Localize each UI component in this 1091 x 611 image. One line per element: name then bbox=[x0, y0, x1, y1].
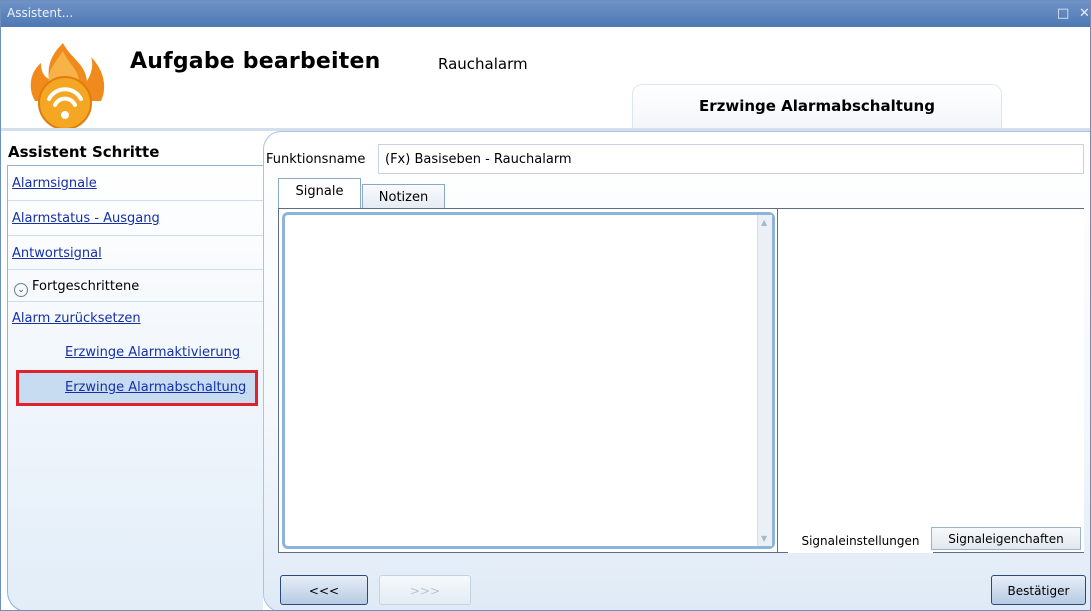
sidebar-title: Assistent Schritte bbox=[8, 143, 160, 161]
sidebar-item-alarmstatus[interactable]: Alarmstatus - Ausgang bbox=[12, 211, 160, 226]
maximize-icon[interactable]: □ bbox=[1057, 6, 1069, 21]
title-bar: Assistent... □ ✕ bbox=[1, 1, 1090, 27]
sidebar-item-antwortsignal[interactable]: Antwortsignal bbox=[12, 246, 102, 261]
signals-list[interactable]: ▲ ▼ bbox=[282, 212, 775, 549]
wizard-steps-sidebar: Assistent Schritte Alarmsignale Alarmsta… bbox=[1, 131, 263, 610]
next-button[interactable]: >>> bbox=[379, 575, 471, 605]
current-step-tab: Erzwinge Alarmabschaltung bbox=[632, 84, 1002, 128]
vertical-scrollbar[interactable]: ▲ ▼ bbox=[757, 215, 772, 546]
sidebar-divider bbox=[8, 269, 263, 270]
back-button[interactable]: <<< bbox=[280, 575, 368, 605]
assistant-window: Assistent... □ ✕ Aufgabe bearbeiten Rauc… bbox=[0, 0, 1091, 611]
scroll-up-icon[interactable]: ▲ bbox=[761, 218, 767, 227]
function-name-input[interactable]: (Fx) Basiseben - Rauchalarm bbox=[378, 144, 1084, 174]
sidebar-divider bbox=[8, 235, 263, 236]
sidebar-item-alarm-reset[interactable]: Alarm zurücksetzen bbox=[12, 311, 141, 326]
sidebar-item-force-shutdown-selected[interactable]: Erzwinge Alarmabschaltung bbox=[16, 370, 258, 406]
sidebar-group-advanced[interactable]: ⌄ Fortgeschrittene bbox=[14, 279, 139, 297]
confirm-button[interactable]: Bestätiger bbox=[991, 575, 1086, 605]
signals-area: ▲ ▼ Signaleinstellungen Signaleigenchaft… bbox=[278, 208, 1084, 553]
tab-signaleigenschaften[interactable]: Signaleigenchaften bbox=[931, 527, 1081, 550]
scroll-down-icon[interactable]: ▼ bbox=[761, 534, 767, 543]
current-step-label: Erzwinge Alarmabschaltung bbox=[699, 97, 935, 115]
wizard-header: Aufgabe bearbeiten Rauchalarm Erzwinge A… bbox=[1, 27, 1090, 131]
window-title: Assistent... bbox=[7, 6, 74, 20]
tab-signaleinstellungen[interactable]: Signaleinstellungen bbox=[788, 530, 933, 553]
main-panel: Funktionsname (Fx) Basiseben - Rauchalar… bbox=[263, 131, 1090, 610]
sidebar-item-force-activation[interactable]: Erzwinge Alarmaktivierung bbox=[65, 345, 240, 360]
tab-signale[interactable]: Signale bbox=[278, 178, 361, 209]
sidebar-panel: Alarmsignale Alarmstatus - Ausgang Antwo… bbox=[7, 165, 263, 610]
smoke-alarm-fire-icon bbox=[30, 43, 105, 130]
signal-properties-panel: Signaleinstellungen Signaleigenchaften bbox=[777, 209, 1084, 553]
tab-notizen[interactable]: Notizen bbox=[362, 184, 445, 209]
sidebar-divider bbox=[8, 200, 263, 201]
close-icon[interactable]: ✕ bbox=[1079, 6, 1090, 21]
sidebar-item-force-shutdown[interactable]: Erzwinge Alarmabschaltung bbox=[65, 380, 246, 395]
page-title: Aufgabe bearbeiten bbox=[130, 49, 381, 74]
chevron-down-icon: ⌄ bbox=[14, 283, 28, 297]
page-subtitle: Rauchalarm bbox=[438, 55, 528, 73]
sidebar-item-alarmsignale[interactable]: Alarmsignale bbox=[12, 176, 97, 191]
function-name-label: Funktionsname bbox=[266, 152, 366, 167]
sidebar-group-label: Fortgeschrittene bbox=[32, 279, 140, 294]
sidebar-divider bbox=[8, 301, 263, 302]
